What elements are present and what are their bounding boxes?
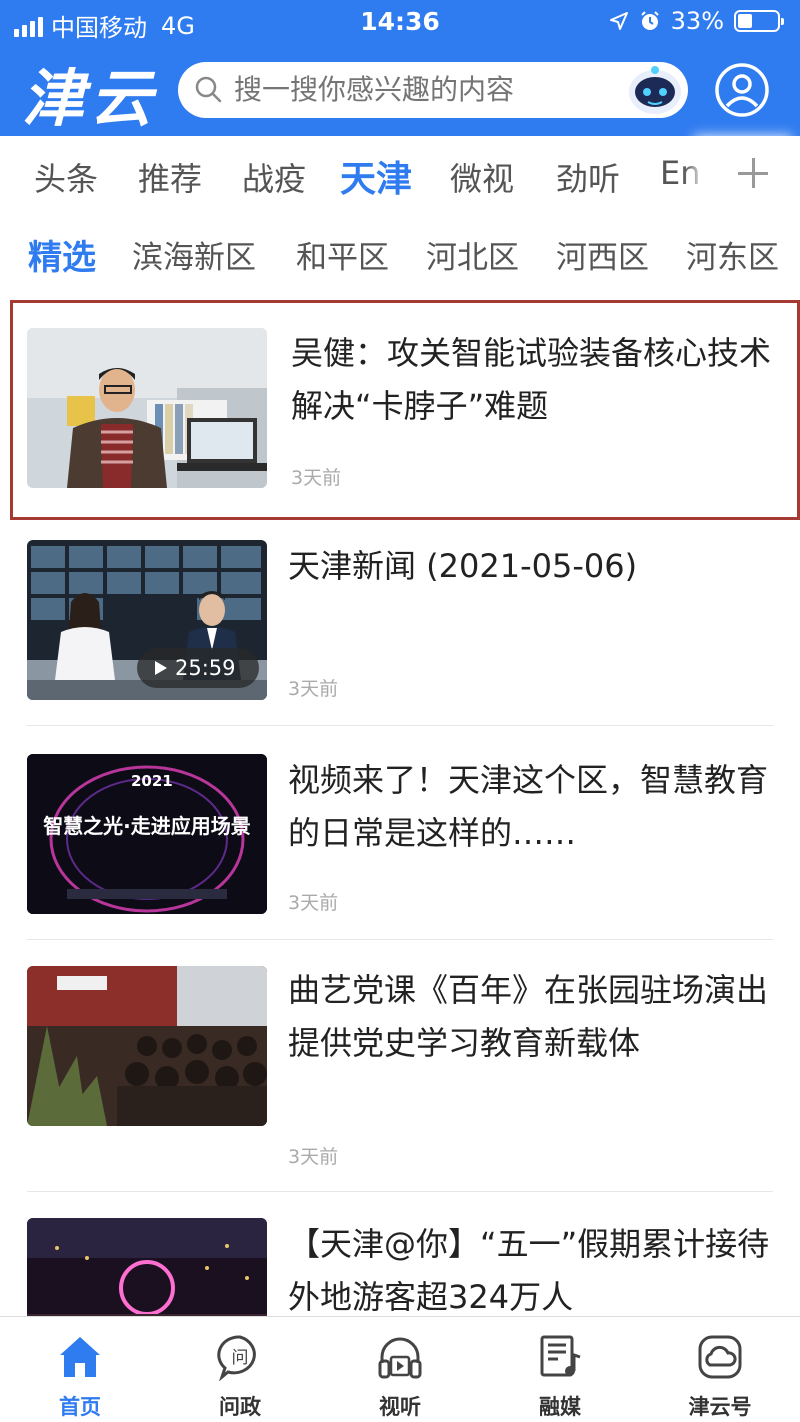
district-tabs: 精选 滨海新区 和平区 河北区 河西区 河东区 [0,216,800,292]
news-title: 视频来了！天津这个区，智慧教育的日常是这样的…… [288,761,769,852]
status-bar: 中国移动 4G 14:36 33% [0,0,800,44]
tab-tianjin[interactable]: 天津 [340,150,412,202]
district-tab-featured[interactable]: 精选 [28,230,96,279]
divider [27,1191,773,1192]
news-thumbnail: 2021 智慧之光·走进应用场景 [27,754,267,914]
nav-jinyun-account-label: 津云号 [688,1395,752,1419]
tab-headlines[interactable]: 头条 [34,154,98,200]
search-input[interactable] [234,62,614,118]
nav-media-label: 融媒 [539,1395,581,1419]
user-profile-icon[interactable] [714,62,770,118]
tab-english[interactable]: En [660,154,701,192]
nav-ask[interactable]: 问 问政 [160,1317,320,1422]
add-channel-button[interactable] [702,136,800,214]
divider [27,725,773,726]
search-icon [195,76,222,103]
news-thumbnail: 25:59 [27,540,267,700]
tab-epidemic[interactable]: 战疫 [242,154,306,200]
news-title: 天津新闻 (2021-05-06) [288,547,638,585]
news-time: 3天前 [288,678,339,700]
nav-audio-video[interactable]: 视听 [320,1317,480,1422]
thumbnail-year: 2021 [131,772,173,790]
home-icon [60,1337,100,1377]
news-time: 3天前 [291,467,342,489]
robot-assistant-icon[interactable] [626,62,684,118]
news-time: 3天前 [288,892,339,914]
media-icon [540,1335,581,1377]
tab-audio[interactable]: 劲听 [556,154,620,200]
search-bar[interactable] [178,62,688,118]
svg-text:问: 问 [232,1348,249,1368]
news-thumbnail [27,328,267,488]
news-thumbnail [27,966,267,1126]
video-duration-badge: 25:59 [137,648,259,688]
nav-ask-label: 问政 [219,1395,261,1419]
alarm-clock-icon [640,11,659,30]
district-tab-binhai[interactable]: 滨海新区 [132,232,256,277]
divider [27,939,773,940]
thumbnail-caption: 智慧之光·走进应用场景 [43,814,251,838]
district-tab-heping[interactable]: 和平区 [296,232,389,277]
news-title: 【天津@你】“五一”假期累计接待外地游客超324万人 [288,1225,770,1316]
news-item[interactable]: 【天津@你】“五一”假期累计接待外地游客超324万人 [0,1198,800,1316]
news-item[interactable]: 吴健：攻关智能试验装备核心技术 解决“卡脖子”难题 3天前 [10,300,800,520]
nav-media[interactable]: 融媒 [480,1317,640,1422]
news-time: 3天前 [288,1146,339,1168]
plus-icon [738,158,768,188]
news-thumbnail [27,1218,267,1316]
tab-micro-video[interactable]: 微视 [450,154,514,200]
nav-jinyun-account[interactable]: 津云号 [640,1317,800,1422]
battery-percent: 33% [670,7,724,35]
district-tab-hebei[interactable]: 河北区 [426,232,519,277]
tab-recommend[interactable]: 推荐 [138,154,202,200]
news-title: 吴健：攻关智能试验装备核心技术 解决“卡脖子”难题 [291,334,772,425]
news-item[interactable]: 25:59 天津新闻 (2021-05-06) 3天前 [0,520,800,726]
headphones-icon [378,1337,422,1379]
play-icon [155,661,167,675]
district-tab-hedong[interactable]: 河东区 [686,232,779,277]
location-arrow-icon [609,12,628,30]
app-header: 中国移动 4G 14:36 33% 津云 [0,0,800,136]
video-duration: 25:59 [175,656,236,680]
cloud-icon [698,1335,742,1379]
news-title: 曲艺党课《百年》在张园驻场演出 提供党史学习教育新载体 [288,971,769,1062]
bottom-navigation: 首页 问 问政 视听 融媒 津云号 [0,1316,800,1422]
district-tab-hexi[interactable]: 河西区 [556,232,649,277]
nav-home[interactable]: 首页 [0,1317,160,1422]
news-item[interactable]: 曲艺党课《百年》在张园驻场演出 提供党史学习教育新载体 3天前 [0,946,800,1192]
channel-tabs: 头条 推荐 战疫 天津 微视 劲听 En [0,136,800,216]
nav-audio-video-label: 视听 [379,1395,421,1419]
news-item[interactable]: 2021 智慧之光·走进应用场景 视频来了！天津这个区，智慧教育的日常是这样的…… [0,734,800,940]
nav-home-label: 首页 [59,1395,101,1419]
ask-icon: 问 [217,1335,256,1381]
app-logo: 津云 [22,62,159,135]
battery-icon [734,10,784,32]
